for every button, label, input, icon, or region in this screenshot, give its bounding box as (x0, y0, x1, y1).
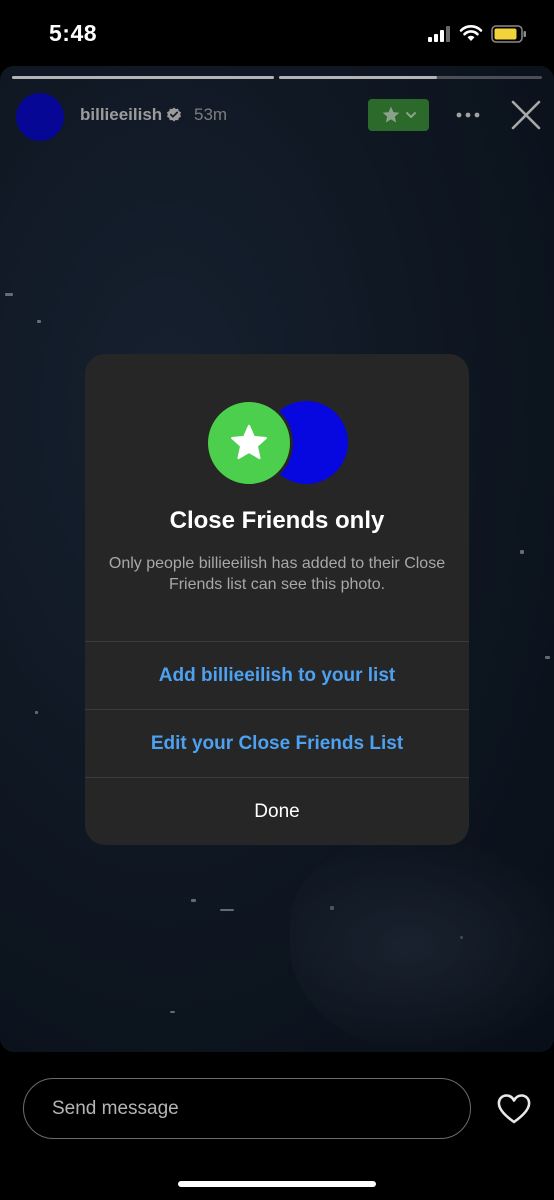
home-indicator[interactable] (178, 1181, 376, 1187)
wifi-icon (459, 25, 483, 41)
heart-icon[interactable] (496, 1093, 532, 1125)
done-button[interactable]: Done (85, 777, 469, 845)
close-friends-star-icon (205, 399, 293, 487)
add-to-list-button[interactable]: Add billieeilish to your list (85, 641, 469, 710)
screen: 5:48 billieeilish 53m Close Friends only… (0, 0, 554, 1200)
status-time: 5:48 (49, 20, 98, 46)
close-friends-dialog: Close Friends only Only people billieeil… (85, 354, 469, 845)
status-bar: 5:48 (0, 0, 554, 66)
dialog-message: Only people billieeilish has added to th… (108, 555, 446, 593)
star-icon (231, 424, 267, 460)
edit-close-friends-button[interactable]: Edit your Close Friends List (85, 709, 469, 778)
battery-icon (491, 25, 526, 43)
dialog-title: Close Friends only (169, 507, 385, 534)
signal-icon (428, 26, 450, 42)
send-message-input[interactable] (23, 1078, 471, 1139)
close-friends-icon-group (205, 399, 350, 489)
